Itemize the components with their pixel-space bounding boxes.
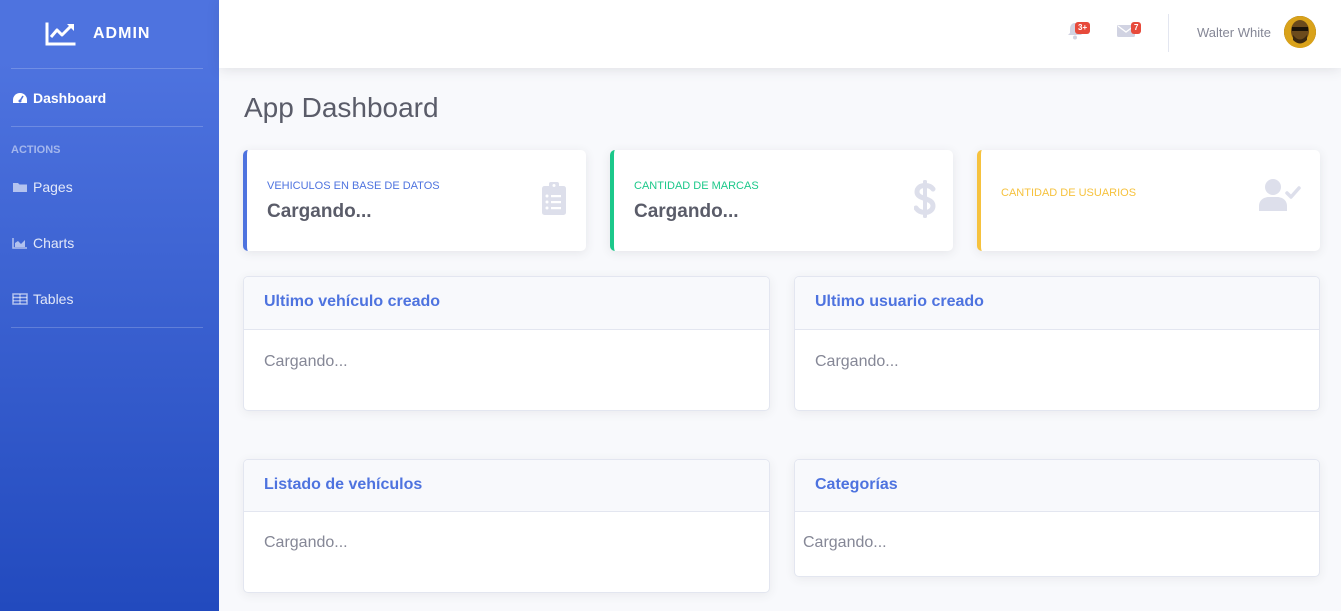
dollar-sign-icon <box>914 180 936 218</box>
stat-card-brands: CANTIDAD DE MARCAS Cargando... <box>610 150 953 251</box>
tachometer-icon <box>13 92 27 103</box>
sidebar: ADMIN Dashboard ACTIONS Pages Charts Tab… <box>0 0 219 611</box>
topbar-divider <box>1168 14 1169 52</box>
stat-value: Cargando... <box>267 201 372 222</box>
user-check-icon <box>1259 179 1301 211</box>
sidebar-item-label: Charts <box>33 235 75 251</box>
panel-body: Cargando... <box>803 534 887 551</box>
sidebar-divider <box>11 327 203 328</box>
avatar[interactable] <box>1284 16 1316 48</box>
sidebar-item-label: Pages <box>33 179 73 195</box>
panel-title: Ultimo usuario creado <box>795 277 1319 330</box>
sidebar-heading: ACTIONS <box>11 144 61 156</box>
chart-area-icon <box>12 238 27 249</box>
topbar: 3+ 7 Walter White <box>219 0 1341 68</box>
stat-label: VEHICULOS EN BASE DE DATOS <box>267 180 440 192</box>
stat-label: CANTIDAD DE MARCAS <box>634 180 759 192</box>
sidebar-item-dashboard[interactable]: Dashboard <box>0 69 219 126</box>
user-name[interactable]: Walter White <box>1197 25 1271 40</box>
brand-title: ADMIN <box>93 25 151 42</box>
alerts-badge: 3+ <box>1075 22 1091 34</box>
panel-last-vehicle: Ultimo vehículo creado Cargando... <box>243 276 770 411</box>
messages-badge: 7 <box>1131 22 1142 34</box>
panel-vehicle-list: Listado de vehículos Cargando... <box>243 459 770 593</box>
sidebar-item-tables[interactable]: Tables <box>0 271 219 327</box>
sidebar-item-charts[interactable]: Charts <box>0 215 219 271</box>
avatar-image <box>1284 16 1316 48</box>
panel-body: Cargando... <box>264 353 348 370</box>
panel-body: Cargando... <box>264 534 348 551</box>
chart-line-icon <box>45 22 76 46</box>
stat-card-users: CANTIDAD DE USUARIOS <box>977 150 1320 251</box>
stat-label: CANTIDAD DE USUARIOS <box>1001 187 1137 199</box>
folder-icon <box>13 183 27 192</box>
panel-categories: Categorías Cargando... <box>794 459 1320 577</box>
stat-value: Cargando... <box>634 201 739 222</box>
panel-title: Categorías <box>795 460 1319 512</box>
stat-card-vehicles: VEHICULOS EN BASE DE DATOS Cargando... <box>243 150 586 251</box>
panel-title: Listado de vehículos <box>244 460 769 512</box>
sidebar-item-label: Dashboard <box>33 89 107 106</box>
clipboard-list-icon <box>542 182 566 215</box>
page-title: App Dashboard <box>244 92 439 123</box>
panel-body: Cargando... <box>815 353 899 370</box>
table-icon <box>12 293 28 305</box>
sidebar-item-pages[interactable]: Pages <box>0 159 219 215</box>
sidebar-item-label: Tables <box>33 291 74 307</box>
panel-title: Ultimo vehículo creado <box>244 277 769 330</box>
sidebar-brand[interactable]: ADMIN <box>0 0 219 68</box>
panel-last-user: Ultimo usuario creado Cargando... <box>794 276 1320 411</box>
